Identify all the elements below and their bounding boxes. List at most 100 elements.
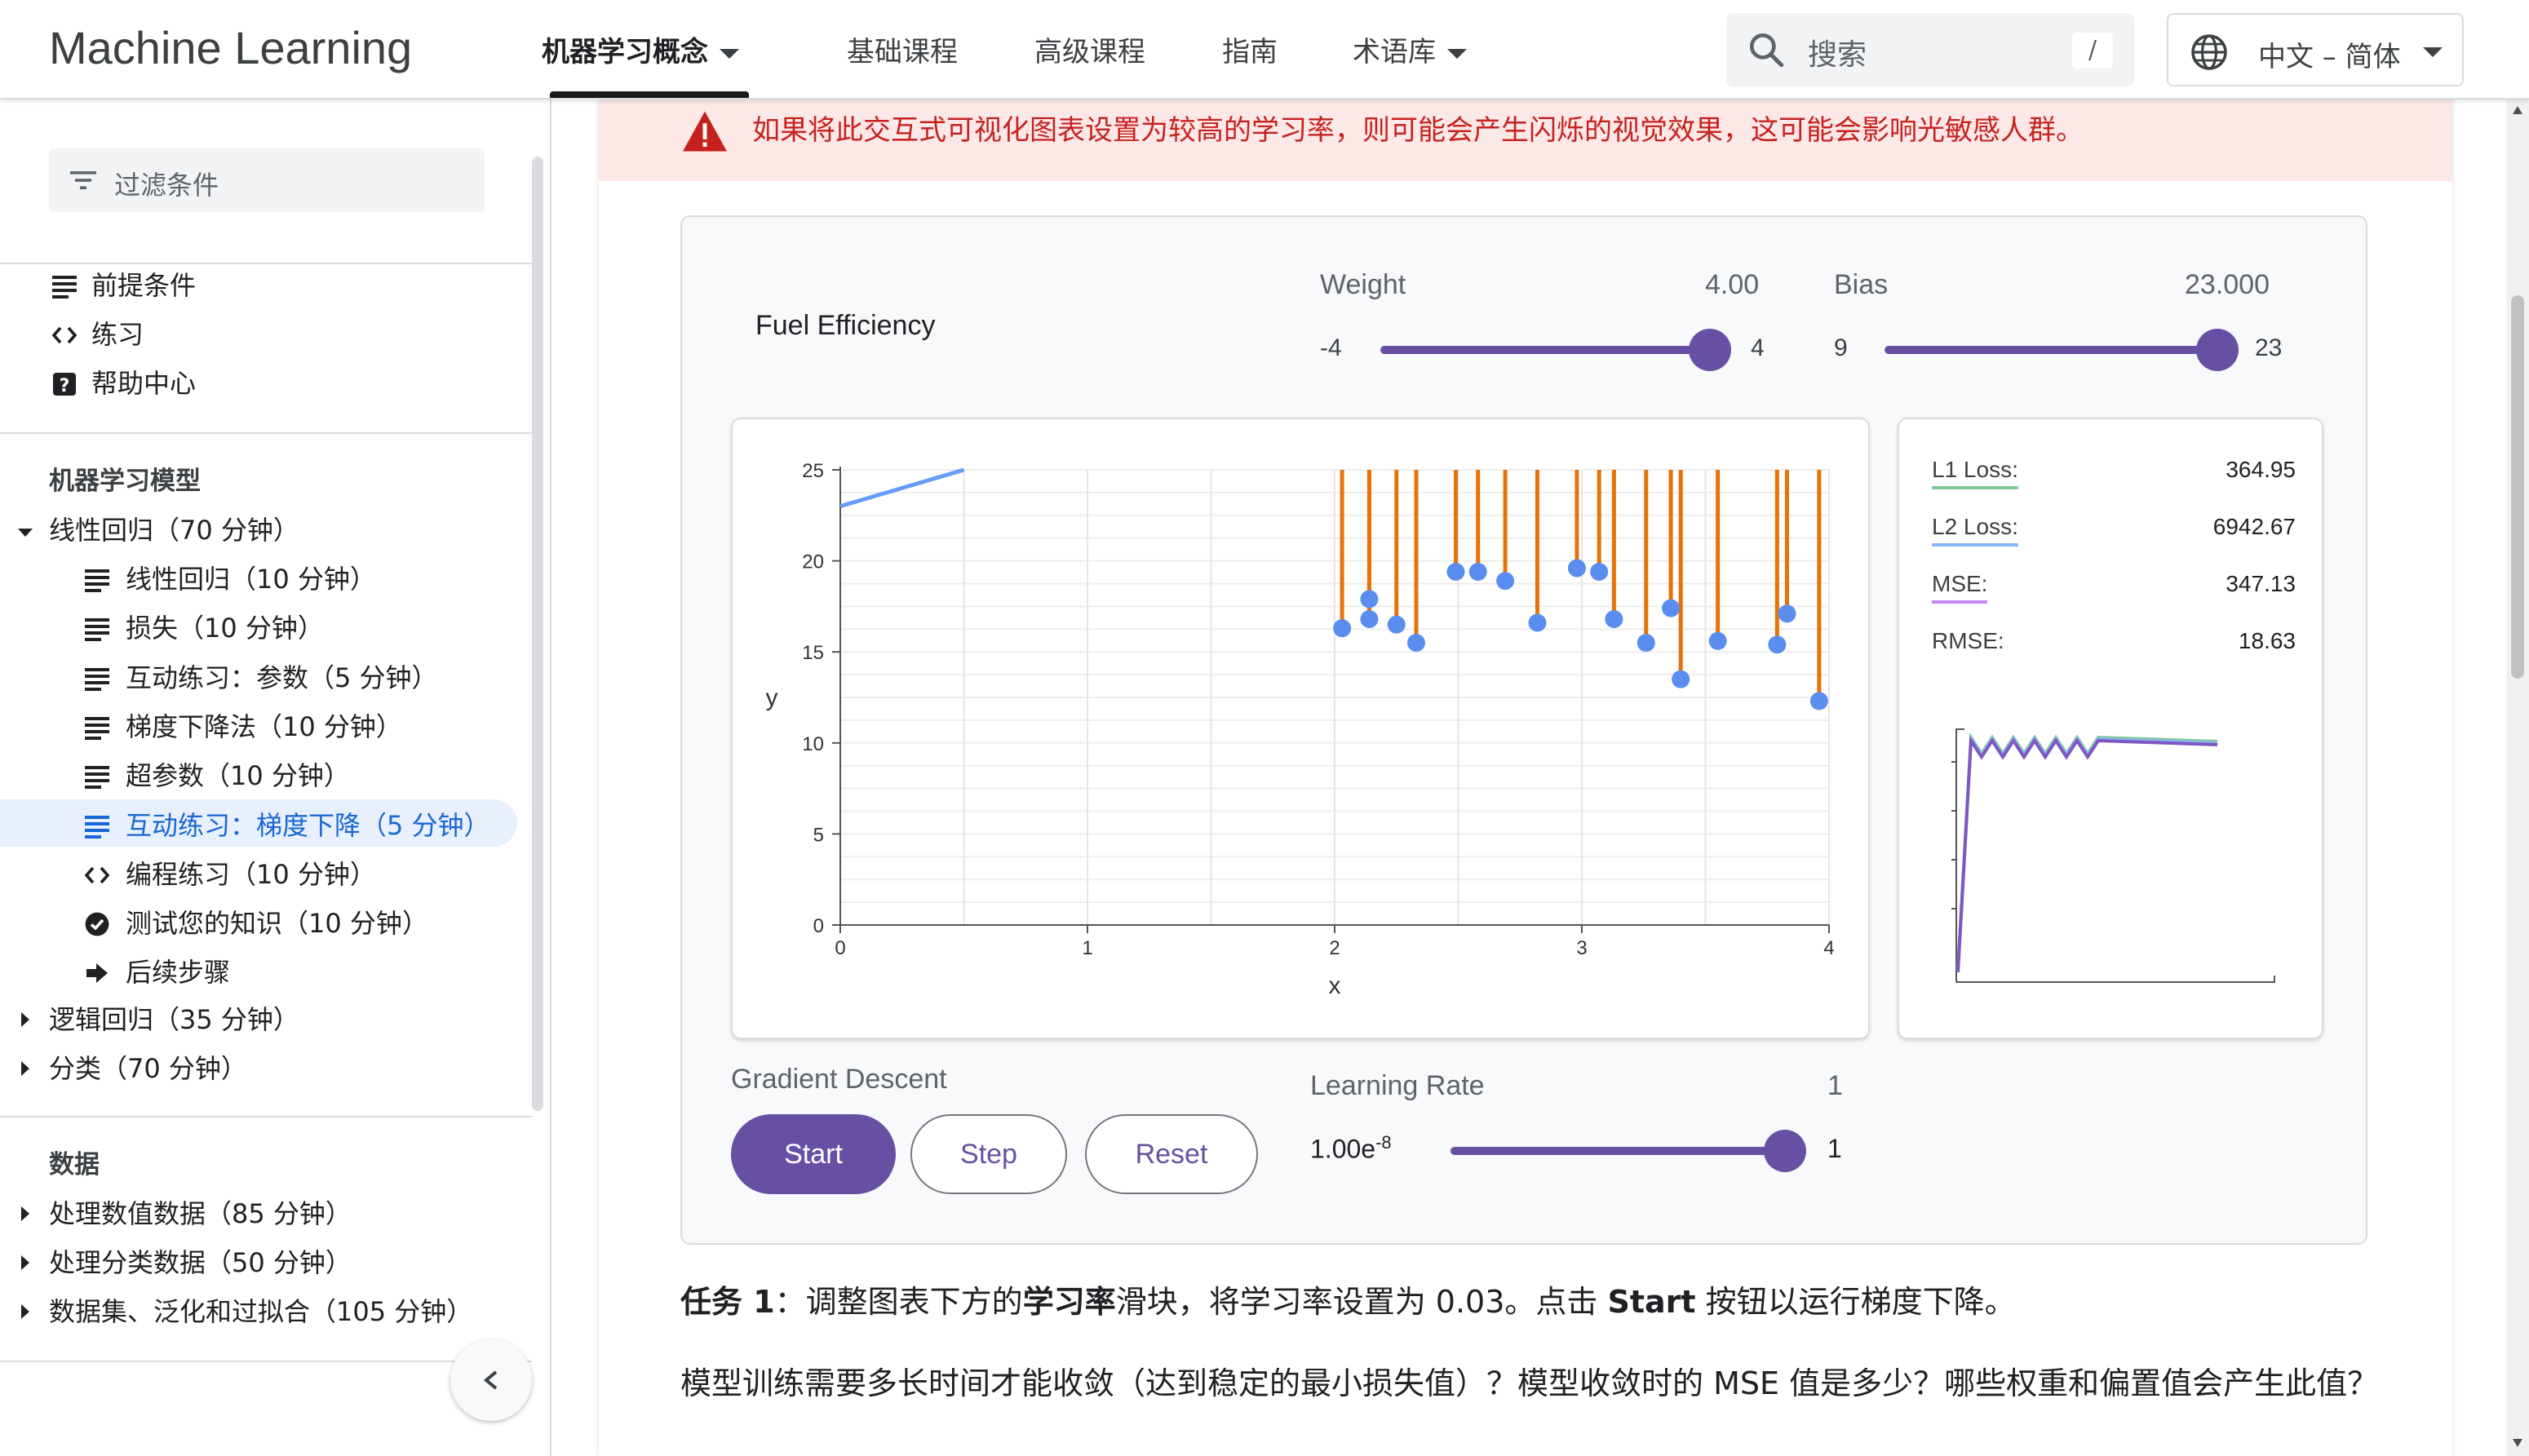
filter-input[interactable]: 过滤条件 <box>49 148 485 212</box>
language-label: 中文 – 简体 <box>2258 41 2401 73</box>
sidebar-item-label: 处理分类数据（50 分钟） <box>49 1247 352 1278</box>
y-tick-label: 0 <box>813 915 824 937</box>
warning-icon <box>683 111 727 152</box>
start-button[interactable]: Start <box>731 1114 896 1194</box>
sidebar-item-label: 分类（70 分钟） <box>49 1053 247 1084</box>
site-brand[interactable]: Machine Learning <box>49 21 412 74</box>
sidebar-item-label: 帮助中心 <box>91 368 197 399</box>
warning-text: 如果将此交互式可视化图表设置为较高的学习率，则可能会产生闪烁的视觉效果，这可能会… <box>752 114 2084 147</box>
data-point <box>1662 599 1681 617</box>
sidebar-item-label: 损失（10 分钟） <box>126 613 324 644</box>
gradient-descent-widget: Fuel Efficiency Weight 4.00 -4 4 Bias 23… <box>680 215 2367 1245</box>
doc-lines-icon <box>85 569 109 592</box>
search-shortcut-key: / <box>2072 33 2113 69</box>
data-point <box>1605 610 1623 629</box>
top-navigation-bar: Machine Learning 机器学习概念 基础课程 高级课程 指南 术语库… <box>0 0 2529 100</box>
learning-rate-min: 1.00e-8 <box>1310 1132 1392 1165</box>
lr-min-base: 1.00e <box>1310 1134 1376 1164</box>
search-box[interactable]: 搜索 / <box>1726 13 2134 86</box>
data-point <box>1387 615 1406 634</box>
page-scrollbar[interactable] <box>2506 100 2529 1456</box>
chevron-down-icon <box>1447 48 1467 59</box>
weight-value: 4.00 <box>1705 269 1760 300</box>
lr-min-exponent: -8 <box>1375 1132 1392 1153</box>
data-point <box>1809 692 1828 710</box>
l2-loss-label: L2 Loss: <box>1932 514 2018 547</box>
sidebar-item-label: 编程练习（10 分钟） <box>126 858 376 890</box>
doc-lines-icon <box>85 766 109 790</box>
sidebar-item-label: 逻辑回归（35 分钟） <box>49 1004 299 1035</box>
scatter-chart-card: 0 5 10 15 20 25 0 1 2 3 4 x y <box>731 418 1870 1039</box>
task-text-2: 滑块，将学习率设置为 0.03。点击 <box>1115 1284 1608 1320</box>
filter-icon <box>70 171 96 189</box>
nav-tab-glossary[interactable]: 术语库 <box>1353 29 1467 69</box>
learning-rate-max: 1 <box>1827 1134 1842 1163</box>
caret-down-icon <box>18 529 33 537</box>
bias-slider-thumb[interactable] <box>2196 329 2239 371</box>
task-paragraph: 任务 1：调整图表下方的学习率滑块，将学习率设置为 0.03。点击 Start … <box>680 1277 2410 1326</box>
reset-button[interactable]: Reset <box>1085 1114 1258 1194</box>
sidebar-section-ml-models: 机器学习模型 <box>49 467 201 496</box>
scroll-up-icon[interactable] <box>2511 104 2524 116</box>
sidebar-item-label: 处理数值数据（85 分钟） <box>49 1198 352 1229</box>
divider <box>0 432 532 434</box>
loss-curve-l2 <box>1956 733 2218 971</box>
data-point <box>1672 670 1690 688</box>
bias-label: Bias <box>1834 269 1889 300</box>
task-text-1: ：调整图表下方的 <box>774 1284 1023 1320</box>
l1-loss-value: 364.95 <box>2226 457 2296 482</box>
search-icon <box>1750 33 1784 68</box>
doc-lines-icon <box>85 716 109 740</box>
doc-lines-icon <box>52 276 77 299</box>
data-point <box>1360 590 1379 609</box>
nav-tab-advanced[interactable]: 高级课程 <box>1034 29 1145 69</box>
learning-rate-value: 1 <box>1827 1070 1843 1101</box>
language-selector[interactable]: 中文 – 简体 <box>2167 13 2464 86</box>
l2-loss-row: L2 Loss: 6942.67 <box>1932 514 2296 550</box>
sidebar-item-label: 练习 <box>91 319 144 350</box>
divider <box>0 1116 532 1117</box>
weight-slider-thumb[interactable] <box>1689 329 1731 371</box>
chevron-down-icon <box>720 48 739 59</box>
x-tick-label: 4 <box>1823 937 1834 959</box>
weight-slider-track[interactable] <box>1380 346 1710 354</box>
question-paragraph: 模型训练需要多长时间才能收敛（达到稳定的最小损失值）？模型收敛时的 MSE 值是… <box>680 1365 2379 1401</box>
sidebar-scrollbar[interactable] <box>532 157 543 1111</box>
step-button[interactable]: Step <box>910 1114 1067 1194</box>
code-icon <box>85 866 109 883</box>
doc-lines-icon <box>85 618 109 642</box>
learning-rate-slider-thumb[interactable] <box>1764 1130 1806 1172</box>
collapse-sidebar-button[interactable] <box>450 1339 532 1421</box>
nav-tab-guides[interactable]: 指南 <box>1222 29 1278 69</box>
scroll-down-icon[interactable] <box>2511 1437 2524 1449</box>
sidebar-item-label: 数据集、泛化和过拟合（105 分钟） <box>49 1296 473 1327</box>
filter-placeholder: 过滤条件 <box>114 170 219 201</box>
rmse-label: RMSE: <box>1932 628 2004 653</box>
caret-right-icon <box>21 1255 29 1270</box>
data-point <box>1590 562 1609 581</box>
page-scrollbar-thumb[interactable] <box>2511 295 2524 679</box>
rmse-value: 18.63 <box>2238 628 2296 653</box>
bias-slider-track[interactable] <box>1885 346 2217 354</box>
task-bold-start: Start <box>1607 1284 1696 1320</box>
caret-right-icon <box>21 1206 29 1221</box>
nav-tab-foundational[interactable]: 基础课程 <box>847 29 958 69</box>
x-tick-label: 1 <box>1082 937 1092 959</box>
data-point <box>1446 562 1465 581</box>
loss-panel: L1 Loss: 364.95 L2 Loss: 6942.67 MSE: 34… <box>1898 418 2323 1039</box>
learning-rate-label: Learning Rate <box>1310 1070 1485 1101</box>
chevron-down-icon <box>2423 47 2443 57</box>
sidebar-item-label: 梯度下降法（10 分钟） <box>126 710 402 742</box>
sidebar-item-label: 线性回归（70 分钟） <box>49 515 299 546</box>
task-bold-learning-rate: 学习率 <box>1022 1284 1116 1320</box>
gradient-descent-label: Gradient Descent <box>731 1064 947 1095</box>
nav-tab-ml-concepts[interactable]: 机器学习概念 <box>542 29 739 69</box>
doc-lines-icon <box>85 815 109 839</box>
data-point <box>1528 613 1547 632</box>
sidebar-section-data: 数据 <box>49 1150 100 1179</box>
learning-rate-slider-track[interactable] <box>1451 1147 1785 1155</box>
sidebar-item-label: 线性回归（10 分钟） <box>126 564 376 595</box>
weight-max: 4 <box>1751 334 1765 361</box>
mse-value: 347.13 <box>2226 571 2296 596</box>
globe-icon <box>2191 34 2227 70</box>
